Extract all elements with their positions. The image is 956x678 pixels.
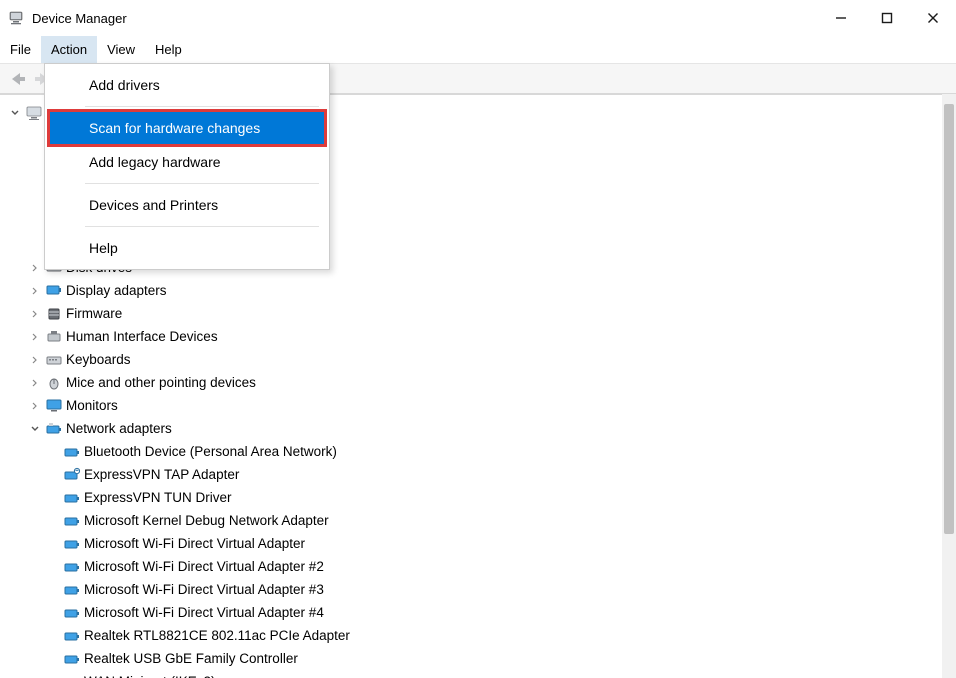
- action-help[interactable]: Help: [49, 231, 325, 265]
- tree-category-display-adapters[interactable]: Display adapters: [6, 279, 956, 302]
- toolbar-back-button[interactable]: [4, 66, 30, 92]
- network-adapter-icon: [64, 674, 80, 678]
- menu-file[interactable]: File: [0, 36, 41, 63]
- monitor-icon: [46, 398, 62, 414]
- tree-label: Bluetooth Device (Personal Area Network): [84, 444, 337, 459]
- window-title: Device Manager: [32, 11, 127, 26]
- tree-label: Human Interface Devices: [66, 329, 218, 344]
- maximize-button[interactable]: [864, 2, 910, 34]
- tree-label: Realtek USB GbE Family Controller: [84, 651, 298, 666]
- menu-action[interactable]: Action: [41, 36, 97, 63]
- tree-category-hid[interactable]: Human Interface Devices: [6, 325, 956, 348]
- firmware-icon: [46, 306, 62, 322]
- tree-category-keyboards[interactable]: Keyboards: [6, 348, 956, 371]
- tree-category-monitors[interactable]: Monitors: [6, 394, 956, 417]
- display-adapter-icon: [46, 283, 62, 299]
- action-devices-and-printers[interactable]: Devices and Printers: [49, 188, 325, 222]
- tree-label: Realtek RTL8821CE 802.11ac PCIe Adapter: [84, 628, 350, 643]
- network-adapter-icon: [46, 421, 62, 437]
- expand-icon[interactable]: [28, 309, 42, 319]
- tree-item-bt-pan[interactable]: Bluetooth Device (Personal Area Network): [6, 440, 956, 463]
- window-controls: [818, 2, 956, 34]
- tree-label: Display adapters: [66, 283, 167, 298]
- tree-label: Microsoft Wi-Fi Direct Virtual Adapter #…: [84, 605, 324, 620]
- tree-label: Microsoft Wi-Fi Direct Virtual Adapter #…: [84, 559, 324, 574]
- tree-label: Firmware: [66, 306, 122, 321]
- network-adapter-icon: [64, 582, 80, 598]
- tree-item-ms-kdnet[interactable]: Microsoft Kernel Debug Network Adapter: [6, 509, 956, 532]
- app-icon: [8, 10, 24, 26]
- hid-icon: [46, 329, 62, 345]
- menu-separator: [85, 183, 319, 184]
- expand-icon[interactable]: [28, 355, 42, 365]
- scrollbar-thumb[interactable]: [944, 104, 954, 534]
- network-adapter-icon: [64, 536, 80, 552]
- expand-icon[interactable]: [28, 286, 42, 296]
- network-adapter-icon: [64, 490, 80, 506]
- expand-icon[interactable]: [28, 332, 42, 342]
- network-adapter-icon: [64, 467, 80, 483]
- tree-label: Monitors: [66, 398, 118, 413]
- tree-item-realtek-gbe[interactable]: Realtek USB GbE Family Controller: [6, 647, 956, 670]
- keyboard-icon: [46, 352, 62, 368]
- menu-separator: [85, 106, 319, 107]
- tree-label: Network adapters: [66, 421, 172, 436]
- tree-label: Microsoft Wi-Fi Direct Virtual Adapter: [84, 536, 305, 551]
- tree-label: ExpressVPN TUN Driver: [84, 490, 232, 505]
- tree-item-ms-wifi-direct-2[interactable]: Microsoft Wi-Fi Direct Virtual Adapter #…: [6, 555, 956, 578]
- tree-label: Keyboards: [66, 352, 131, 367]
- close-button[interactable]: [910, 2, 956, 34]
- menu-separator: [85, 226, 319, 227]
- tree-item-ms-wifi-direct-4[interactable]: Microsoft Wi-Fi Direct Virtual Adapter #…: [6, 601, 956, 624]
- network-adapter-icon: [64, 605, 80, 621]
- expand-icon[interactable]: [28, 263, 42, 273]
- network-adapter-icon: [64, 444, 80, 460]
- menubar: File Action View Help: [0, 36, 956, 64]
- network-adapter-icon: [64, 559, 80, 575]
- network-adapter-icon: [64, 513, 80, 529]
- vertical-scrollbar[interactable]: [942, 94, 956, 678]
- expand-icon[interactable]: [28, 378, 42, 388]
- computer-icon: [26, 105, 42, 121]
- action-scan-hardware-changes[interactable]: Scan for hardware changes: [49, 111, 325, 145]
- tree-category-firmware[interactable]: Firmware: [6, 302, 956, 325]
- minimize-button[interactable]: [818, 2, 864, 34]
- collapse-icon[interactable]: [28, 424, 42, 434]
- tree-category-mice[interactable]: Mice and other pointing devices: [6, 371, 956, 394]
- tree-label: Microsoft Kernel Debug Network Adapter: [84, 513, 329, 528]
- action-add-legacy-hardware[interactable]: Add legacy hardware: [49, 145, 325, 179]
- mouse-icon: [46, 375, 62, 391]
- tree-label: ExpressVPN TAP Adapter: [84, 467, 239, 482]
- tree-item-wan-ikev2[interactable]: WAN Miniport (IKEv2): [6, 670, 956, 678]
- titlebar: Device Manager: [0, 0, 956, 36]
- tree-item-ms-wifi-direct-3[interactable]: Microsoft Wi-Fi Direct Virtual Adapter #…: [6, 578, 956, 601]
- tree-label: Mice and other pointing devices: [66, 375, 256, 390]
- action-add-drivers[interactable]: Add drivers: [49, 68, 325, 102]
- tree-category-network-adapters[interactable]: Network adapters: [6, 417, 956, 440]
- menu-help[interactable]: Help: [145, 36, 192, 63]
- tree-item-realtek-wifi[interactable]: Realtek RTL8821CE 802.11ac PCIe Adapter: [6, 624, 956, 647]
- menu-view[interactable]: View: [97, 36, 145, 63]
- action-menu-dropdown: Add drivers Scan for hardware changes Ad…: [44, 63, 330, 270]
- tree-item-ms-wifi-direct[interactable]: Microsoft Wi-Fi Direct Virtual Adapter: [6, 532, 956, 555]
- tree-label: Microsoft Wi-Fi Direct Virtual Adapter #…: [84, 582, 324, 597]
- network-adapter-icon: [64, 628, 80, 644]
- tree-label: WAN Miniport (IKEv2): [84, 674, 216, 678]
- expand-icon[interactable]: [28, 401, 42, 411]
- tree-item-evpn-tap[interactable]: ExpressVPN TAP Adapter: [6, 463, 956, 486]
- tree-item-evpn-tun[interactable]: ExpressVPN TUN Driver: [6, 486, 956, 509]
- expand-icon[interactable]: [8, 108, 22, 118]
- network-adapter-icon: [64, 651, 80, 667]
